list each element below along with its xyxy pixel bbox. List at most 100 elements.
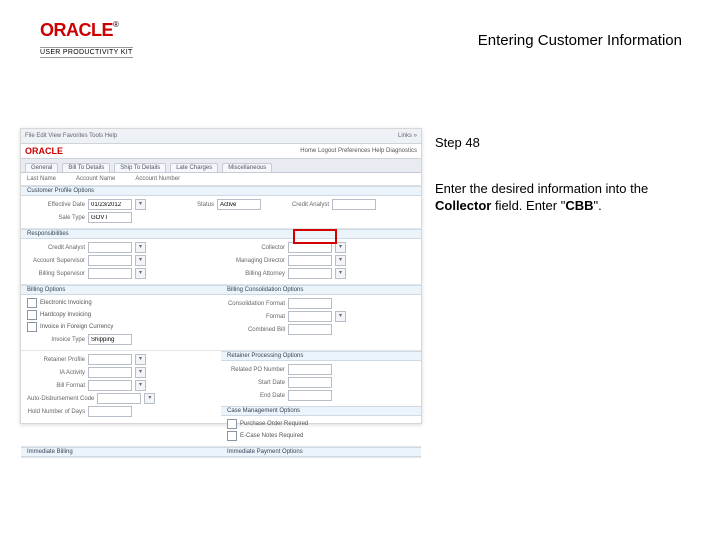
browser-menubar: File Edit View Favorites Tools Help Link… [21, 129, 421, 144]
brand-logo: ORACLE® USER PRODUCTIVITY KIT [40, 20, 133, 59]
lov-icon[interactable]: ▾ [335, 255, 346, 266]
instr-bold-1: Collector [435, 198, 491, 213]
brand-subtitle: USER PRODUCTIVITY KIT [40, 47, 133, 58]
instruction-text: Enter the desired information into the C… [435, 180, 692, 215]
label-hold-days: Hold Number of Days [27, 409, 85, 415]
lov-icon[interactable]: ▾ [144, 393, 155, 404]
input-format[interactable] [288, 311, 332, 322]
lov-icon[interactable]: ▾ [335, 268, 346, 279]
label-combined: Combined Bill [227, 327, 285, 333]
section-title-profile: Customer Profile Options [21, 186, 421, 196]
label-status: Status [156, 202, 214, 208]
field-billing-attorney: Billing Attorney ▾ [227, 268, 346, 279]
input-credit-analyst[interactable] [88, 242, 132, 253]
field-start-date: Start Date [227, 377, 332, 388]
checkbox-ecase-required[interactable]: E-Case Notes Required [227, 431, 303, 441]
menubar-left: File Edit View Favorites Tools Help [25, 133, 117, 139]
input-credit-analyst-top[interactable] [332, 199, 376, 210]
app-brand: ORACLE [25, 146, 63, 156]
menubar-right: Links » [398, 133, 417, 139]
label-collector: Collector [227, 245, 285, 251]
field-status: Status [156, 199, 261, 210]
lov-icon[interactable]: ▾ [135, 255, 146, 266]
lov-icon[interactable]: ▾ [135, 354, 146, 365]
field-retainer-profile: Retainer Profile▾ [27, 354, 146, 365]
section-immediate: Immediate Billing Immediate Payment Opti… [21, 447, 421, 458]
field-invoice-type: Invoice Type [27, 334, 132, 345]
app-searchrow: Last Name Account Name Account Number [21, 173, 421, 186]
page-title: Entering Customer Information [478, 32, 682, 49]
input-end-date[interactable] [288, 390, 332, 401]
checkbox-foreign-currency[interactable]: Invoice in Foreign Currency [27, 322, 113, 332]
field-combined: Combined Bill [227, 324, 332, 335]
label-ecase-required: E-Case Notes Required [240, 433, 303, 439]
input-hold-days[interactable] [88, 406, 132, 417]
input-start-date[interactable] [288, 377, 332, 388]
input-managing-director[interactable] [288, 255, 332, 266]
section-responsibilities: Responsibilities Credit Analyst▾ Account… [21, 229, 421, 285]
lov-icon[interactable]: ▾ [135, 199, 146, 210]
field-auto-disb: Auto-Disbursement Code ▾ [27, 393, 155, 404]
label-po-required: Purchase Order Required [240, 421, 308, 427]
input-invoice-type[interactable] [88, 334, 132, 345]
field-ia-activity: IA Activity▾ [27, 367, 146, 378]
lov-icon[interactable]: ▾ [135, 242, 146, 253]
label-billing-attorney: Billing Attorney [227, 271, 285, 277]
instr-bold-2: CBB [565, 198, 593, 213]
lov-icon[interactable]: ▾ [135, 380, 146, 391]
input-retainer-profile[interactable] [88, 354, 132, 365]
label-start-date: Start Date [227, 380, 285, 386]
label-electronic-invoicing: Electronic Invoicing [40, 300, 92, 306]
field-collector: Collector ▾ [227, 242, 346, 253]
lov-icon[interactable]: ▾ [135, 367, 146, 378]
input-related-po[interactable] [288, 364, 332, 375]
label-bill-format: Bill Format [27, 383, 85, 389]
checkbox-electronic-invoicing[interactable]: Electronic Invoicing [27, 298, 92, 308]
input-consolidation[interactable] [288, 298, 332, 309]
label-auto-disb: Auto-Disbursement Code [27, 396, 94, 402]
section-title-retainer: Retainer Processing Options [221, 351, 421, 361]
input-bill-format[interactable] [88, 380, 132, 391]
field-bill-format: Bill Format ▾ [27, 380, 146, 391]
tab-misc[interactable]: Miscellaneous [222, 163, 272, 172]
field-credit-analyst: Credit Analyst▾ [27, 242, 146, 253]
field-related-po: Related PO Number [227, 364, 332, 375]
tab-late[interactable]: Late Charges [170, 163, 218, 172]
input-billing-attorney[interactable] [288, 268, 332, 279]
input-combined[interactable] [288, 324, 332, 335]
label-invoice-type: Invoice Type [27, 337, 85, 343]
section-title-billing-opts: Billing Options [21, 285, 221, 295]
checkbox-hardcopy-invoicing[interactable]: Hardcopy Invoicing [27, 310, 91, 320]
tab-shipto[interactable]: Ship To Details [114, 163, 166, 172]
input-billing-supervisor[interactable] [88, 268, 132, 279]
input-collector[interactable] [288, 242, 332, 253]
brand-tm: ® [113, 20, 119, 29]
label-sale-type: Sale Type [27, 215, 85, 221]
section-title-consolidation: Billing Consolidation Options [221, 285, 421, 295]
input-auto-disb[interactable] [97, 393, 141, 404]
field-sale-type: Sale Type [27, 212, 132, 223]
field-credit-analyst-top: Credit Analyst [271, 199, 376, 210]
field-managing-director: Managing Director▾ [227, 255, 346, 266]
field-account-supervisor: Account Supervisor▾ [27, 255, 146, 266]
tab-general[interactable]: General [25, 163, 58, 172]
app-tabs: General Bill To Details Ship To Details … [21, 159, 421, 173]
lov-icon[interactable]: ▾ [135, 268, 146, 279]
input-sale-type[interactable] [88, 212, 132, 223]
section-retainer: Retainer Profile▾ IA Activity▾ Bill Form… [21, 351, 421, 447]
input-account-supervisor[interactable] [88, 255, 132, 266]
lov-icon[interactable]: ▾ [335, 311, 346, 322]
app-brandrow: ORACLE Home Logout Preferences Help Diag… [21, 144, 421, 159]
label-consolidation: Consolidation Format [227, 301, 285, 307]
input-status[interactable] [217, 199, 261, 210]
tab-billto[interactable]: Bill To Details [62, 163, 110, 172]
field-billing-supervisor: Billing Supervisor▾ [27, 268, 146, 279]
checkbox-po-required[interactable]: Purchase Order Required [227, 419, 308, 429]
input-ia-activity[interactable] [88, 367, 132, 378]
lov-icon[interactable]: ▾ [335, 242, 346, 253]
label-effective-date: Effective Date [27, 202, 85, 208]
section-title-immediate-payment: Immediate Payment Options [221, 447, 421, 457]
field-end-date: End Date [227, 390, 332, 401]
input-effective-date[interactable] [88, 199, 132, 210]
brand-name: ORACLE [40, 20, 113, 40]
